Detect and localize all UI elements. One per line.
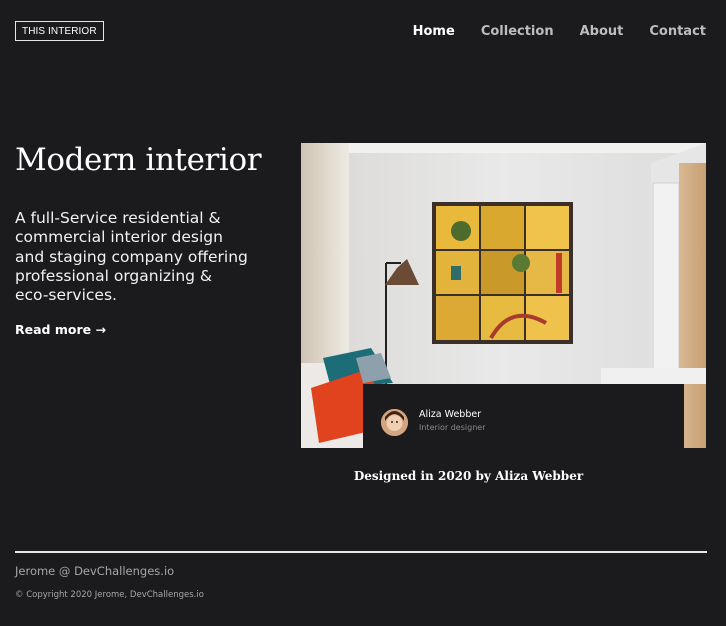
hero-description: A full-Service residential & commercial …	[15, 209, 248, 305]
nav-about[interactable]: About	[580, 24, 624, 39]
footer-copyright: © Copyright 2020 Jerome, DevChallenges.i…	[15, 590, 204, 600]
hero-title: Modern interior	[15, 142, 262, 178]
nav-collection[interactable]: Collection	[481, 24, 554, 39]
nav-contact[interactable]: Contact	[649, 24, 706, 39]
main-nav: Home Collection About Contact	[413, 24, 706, 39]
nav-home[interactable]: Home	[413, 24, 455, 39]
footer-divider	[15, 551, 707, 553]
avatar	[381, 409, 408, 436]
footer-author: Jerome @ DevChallenges.io	[15, 564, 175, 578]
photo-caption: Designed in 2020 by Aliza Webber	[353, 469, 584, 483]
designer-card: Aliza Webber Interior designer	[363, 384, 684, 448]
read-more-link[interactable]: Read more →	[15, 322, 106, 337]
logo[interactable]: THIS INTERIOR	[15, 21, 104, 41]
designer-role: Interior designer	[419, 423, 486, 432]
designer-name: Aliza Webber	[419, 409, 482, 420]
